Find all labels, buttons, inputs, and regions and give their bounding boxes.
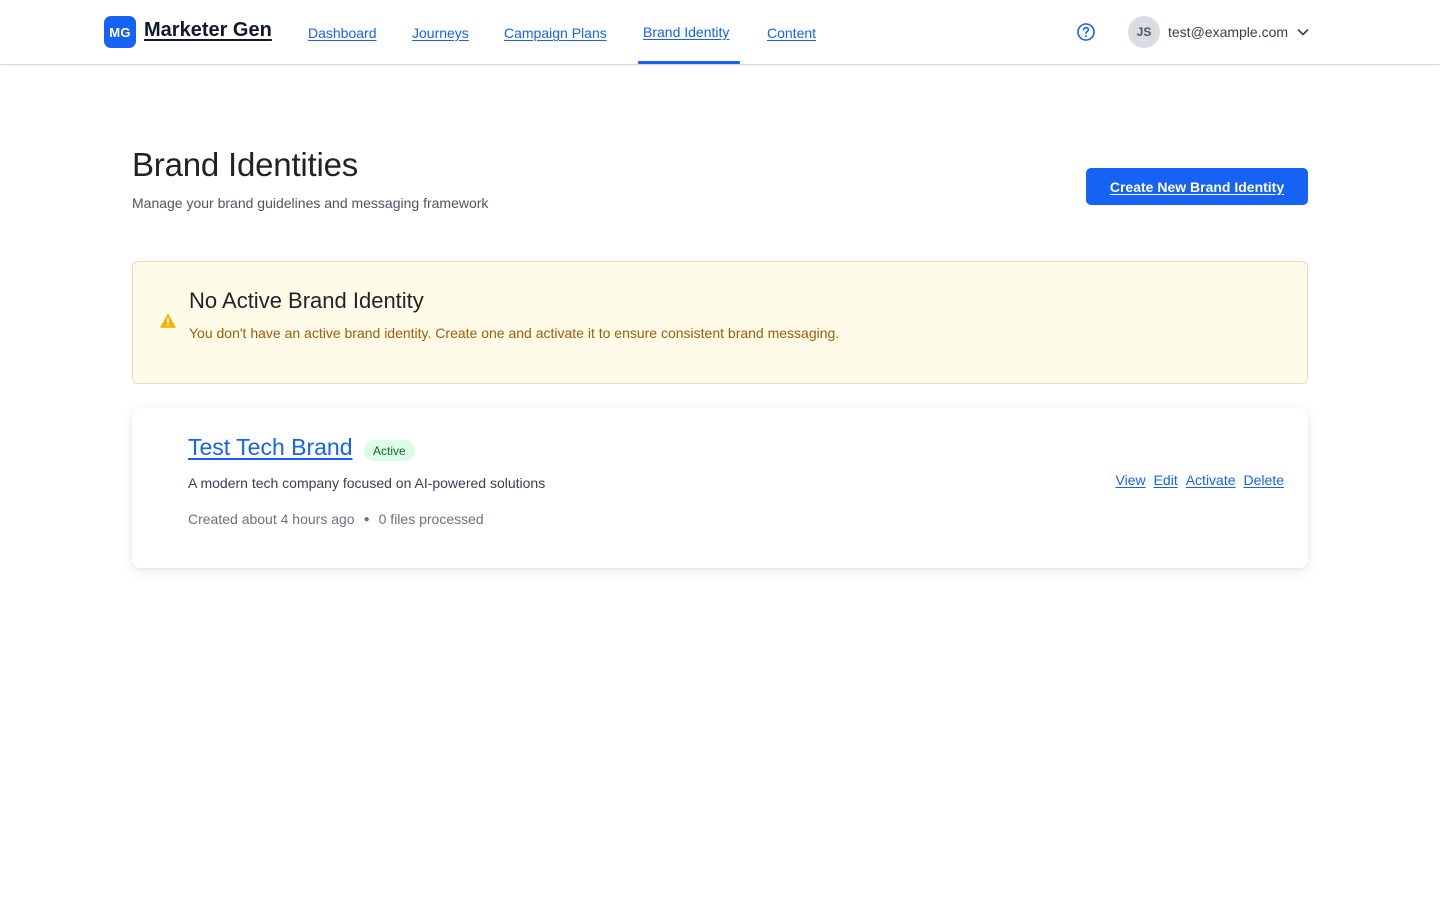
edit-link[interactable]: Edit: [1154, 472, 1178, 488]
active-nav-indicator: [638, 61, 740, 64]
delete-link[interactable]: Delete: [1244, 472, 1284, 488]
nav-link-journeys[interactable]: Journeys: [412, 25, 469, 41]
created-timestamp: Created about 4 hours ago: [188, 511, 355, 527]
top-navigation-bar: MG Marketer Gen Dashboard Journeys Campa…: [0, 0, 1440, 64]
alert-message: You don't have an active brand identity.…: [189, 325, 840, 341]
brand-description: A modern tech company focused on AI-powe…: [188, 475, 546, 491]
page-subtitle: Manage your brand guidelines and messagi…: [132, 195, 489, 211]
meta-separator: ●: [363, 513, 370, 525]
brand-actions: View Edit Activate Delete: [1116, 472, 1285, 488]
create-brand-identity-button[interactable]: Create New Brand Identity: [1086, 168, 1308, 205]
chevron-down-icon[interactable]: [1296, 25, 1310, 39]
status-badge: Active: [364, 440, 415, 461]
brand-card: Test Tech Brand Active A modern tech com…: [132, 408, 1308, 568]
files-processed-count: 0 files processed: [378, 511, 484, 527]
no-active-brand-alert: No Active Brand Identity You don't have …: [132, 261, 1308, 384]
question-circle-icon[interactable]: [1076, 22, 1096, 42]
app-name-link[interactable]: Marketer Gen: [144, 19, 272, 42]
nav-link-content[interactable]: Content: [767, 25, 816, 41]
warning-triangle-icon: [160, 313, 176, 328]
user-email[interactable]: test@example.com: [1168, 24, 1288, 40]
activate-link[interactable]: Activate: [1186, 472, 1236, 488]
view-link[interactable]: View: [1116, 472, 1146, 488]
nav-link-campaign-plans[interactable]: Campaign Plans: [504, 25, 607, 41]
user-avatar[interactable]: JS: [1128, 16, 1160, 48]
page-title: Brand Identities: [132, 146, 359, 183]
nav-link-dashboard[interactable]: Dashboard: [308, 25, 377, 41]
alert-title: No Active Brand Identity: [189, 288, 424, 313]
logo-badge[interactable]: MG: [104, 16, 136, 48]
brand-meta: Created about 4 hours ago ● 0 files proc…: [188, 511, 484, 527]
nav-link-brand-identity[interactable]: Brand Identity: [643, 24, 729, 40]
brand-name-link[interactable]: Test Tech Brand: [188, 434, 353, 461]
